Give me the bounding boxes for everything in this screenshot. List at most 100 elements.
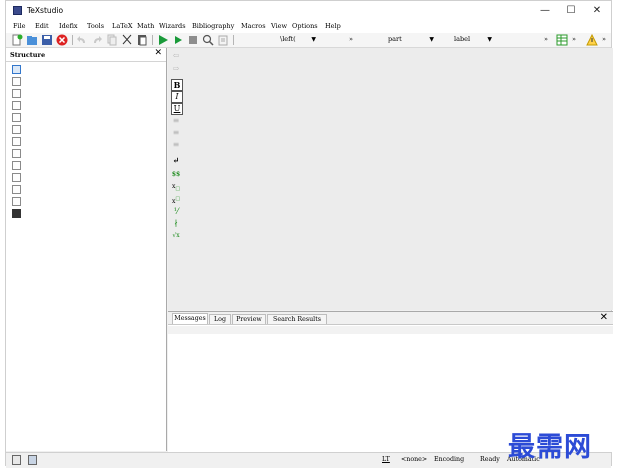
sectioning-select[interactable]: part ▼ <box>358 34 436 45</box>
dictionary-select[interactable]: <none> <box>401 456 427 463</box>
tab-log[interactable]: Log <box>209 314 231 324</box>
editor-area[interactable] <box>168 48 613 310</box>
toolbar-overflow-icon[interactable]: » <box>602 34 610 45</box>
align-left-icon[interactable]: ≡ <box>171 116 181 126</box>
stop-icon[interactable] <box>187 34 199 46</box>
toggle-messages-icon[interactable] <box>28 455 37 465</box>
toolbar-overflow-icon[interactable]: » <box>572 34 580 45</box>
close-messages-icon[interactable]: ✕ <box>600 312 608 323</box>
copy-icon[interactable] <box>106 34 118 46</box>
structure-header: Structure ✕ <box>6 48 166 62</box>
menu-options[interactable]: Options <box>292 22 318 30</box>
inline-math-button[interactable]: $$ <box>171 170 181 180</box>
sectioning-value: part <box>388 35 402 43</box>
structure-view-icon[interactable] <box>12 65 21 74</box>
left-delimiter-select[interactable]: \left( ▼ <box>238 34 318 45</box>
new-line-button[interactable]: ↵ <box>171 155 181 165</box>
texstudio-app-icon <box>13 6 22 15</box>
relations-icon[interactable] <box>12 149 21 158</box>
undo-icon[interactable] <box>76 34 88 46</box>
arrows-icon[interactable] <box>12 137 21 146</box>
structure-title: Structure <box>10 51 46 59</box>
subscript-icon[interactable]: x□ <box>171 182 181 192</box>
close-window-button[interactable]: ✕ <box>585 3 609 19</box>
toggle-structure-icon[interactable] <box>12 455 21 465</box>
toolbar-separator <box>72 35 73 45</box>
structure-panel: Structure ✕ <box>6 48 167 451</box>
app-window: TeXstudio — ☐ ✕ File Edit Idefix Tools L… <box>5 0 613 468</box>
toc-view-icon[interactable] <box>12 77 21 86</box>
save-icon[interactable] <box>41 34 53 46</box>
menu-tools[interactable]: Tools <box>87 22 104 30</box>
watermark-logo: 最需网 <box>508 432 592 463</box>
window-title: TeXstudio <box>27 6 64 15</box>
menu-macros[interactable]: Macros <box>241 22 266 30</box>
cut-icon[interactable] <box>121 34 133 46</box>
menu-bibliography[interactable]: Bibliography <box>192 22 234 30</box>
favorites-icon[interactable] <box>12 197 21 206</box>
main-toolbar: \left( ▼ » part ▼ label ▼ » » » <box>6 33 611 48</box>
special-symbols-icon[interactable] <box>12 185 21 194</box>
menu-help[interactable]: Help <box>325 22 341 30</box>
maximize-button[interactable]: ☐ <box>559 3 583 19</box>
toolbar-overflow-icon[interactable]: » <box>349 34 357 45</box>
minimize-button[interactable]: — <box>533 3 557 19</box>
toolbar-separator <box>233 35 234 45</box>
menu-latex[interactable]: LaTeX <box>112 22 133 30</box>
italic-button[interactable]: I <box>171 91 183 103</box>
delimiters-icon[interactable] <box>12 113 21 122</box>
warning-icon[interactable] <box>586 33 598 46</box>
menu-math[interactable]: Math <box>137 22 154 30</box>
menu-file[interactable]: File <box>13 22 26 30</box>
title-bar: TeXstudio — ☐ ✕ <box>6 1 611 21</box>
align-center-icon[interactable]: ≡ <box>171 128 181 138</box>
left-delimiter-value: \left( <box>280 35 296 43</box>
tab-messages[interactable]: Messages <box>172 313 208 324</box>
tab-search-results[interactable]: Search Results <box>267 314 327 324</box>
reference-select[interactable]: label ▼ <box>438 34 494 45</box>
misc-math-icon[interactable] <box>12 173 21 182</box>
redo-icon[interactable] <box>91 34 103 46</box>
messages-tabbar: Messages Log Preview Search Results ✕ <box>168 312 613 325</box>
back-arrow-icon[interactable]: ⇦ <box>171 51 181 61</box>
superscript-icon[interactable]: x□ <box>171 194 181 205</box>
chevron-down-icon: ▼ <box>311 36 316 43</box>
bookmarks-icon[interactable] <box>12 89 21 98</box>
menu-view[interactable]: View <box>271 22 287 30</box>
language-tool-indicator[interactable]: LT <box>382 456 390 463</box>
fraction-button[interactable]: ⅟ <box>171 207 181 217</box>
pstricks-icon[interactable] <box>12 209 21 218</box>
sqrt-button[interactable]: √x <box>171 231 181 241</box>
new-file-icon[interactable] <box>11 34 23 46</box>
menu-edit[interactable]: Edit <box>35 22 49 30</box>
toolbar-overflow-icon[interactable]: » <box>544 34 552 45</box>
dfrac-icon[interactable]: ∤ <box>171 219 181 229</box>
menu-bar: File Edit Idefix Tools LaTeX Math Wizard… <box>6 21 611 33</box>
menu-wizards[interactable]: Wizards <box>159 22 186 30</box>
chevron-down-icon: ▼ <box>487 36 492 43</box>
operators-icon[interactable] <box>12 101 21 110</box>
reference-value: label <box>454 35 471 43</box>
messages-header-strip <box>168 326 613 334</box>
forward-arrow-icon[interactable]: ⇨ <box>171 64 181 74</box>
close-document-icon[interactable] <box>56 34 68 46</box>
close-structure-icon[interactable]: ✕ <box>154 48 162 58</box>
bold-button[interactable]: B <box>171 79 183 91</box>
cyrillic-icon[interactable] <box>12 161 21 170</box>
open-file-icon[interactable] <box>26 34 38 46</box>
menu-idefix[interactable]: Idefix <box>59 22 78 30</box>
greek-letters-icon[interactable] <box>12 125 21 134</box>
status-ready: Ready <box>480 456 500 463</box>
toolbar-separator <box>152 35 153 45</box>
tab-preview[interactable]: Preview <box>232 314 266 324</box>
underline-button[interactable]: U <box>171 103 183 115</box>
build-and-view-icon[interactable] <box>157 34 169 46</box>
view-log-icon[interactable] <box>217 34 229 46</box>
table-icon[interactable] <box>556 34 568 46</box>
compile-icon[interactable] <box>172 34 184 46</box>
encoding-select[interactable]: Encoding <box>434 456 464 463</box>
paste-icon[interactable] <box>136 34 148 46</box>
align-right-icon[interactable]: ≡ <box>171 140 181 150</box>
chevron-down-icon: ▼ <box>429 36 434 43</box>
view-pdf-icon[interactable] <box>202 34 214 46</box>
